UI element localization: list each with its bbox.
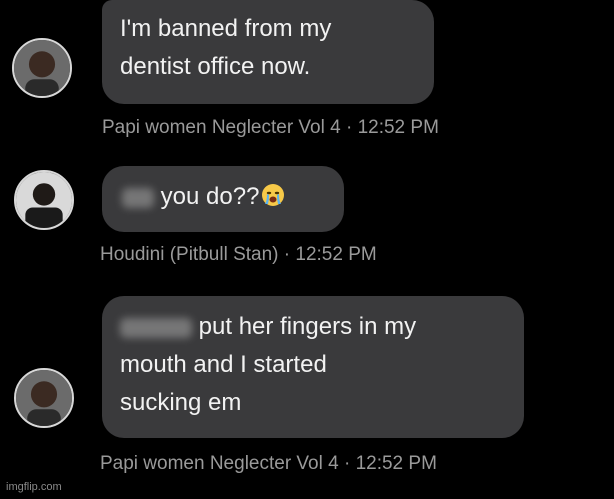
message-meta: Papi women Neglecter Vol 4 · 12:52 PM [100, 453, 437, 475]
sender-avatar[interactable] [14, 368, 74, 428]
person-avatar-icon [14, 40, 70, 96]
sender-name[interactable]: Houdini (Pitbull Stan) [100, 244, 278, 265]
timestamp: · 12:52 PM [283, 244, 377, 265]
timestamp: · 12:52 PM [345, 117, 439, 138]
sender-avatar[interactable] [14, 170, 74, 230]
message-line: I'm banned from my [120, 15, 332, 42]
person-avatar-icon [16, 172, 72, 228]
sender-name[interactable]: Papi women Neglecter Vol 4 [100, 453, 339, 474]
message-line: put her fingers in my [120, 308, 506, 346]
person-avatar-icon [16, 370, 72, 426]
sender-avatar[interactable] [12, 38, 72, 98]
message-text: you do?? [160, 183, 260, 210]
message-bubble[interactable]: put her fingers in my mouth and I starte… [102, 296, 524, 438]
message-text: put her fingers in my [198, 313, 417, 340]
message-meta: Houdini (Pitbull Stan) · 12:52 PM [100, 244, 377, 266]
message-meta: Papi women Neglecter Vol 4 · 12:52 PM [102, 117, 439, 139]
sender-name[interactable]: Papi women Neglecter Vol 4 [102, 117, 341, 138]
timestamp: · 12:52 PM [343, 453, 437, 474]
message-line: dentist office now. [120, 53, 311, 80]
redacted-name [120, 317, 192, 338]
redacted-name [122, 187, 154, 208]
watermark: imgflip.com [6, 481, 62, 493]
message-bubble[interactable]: I'm banned from my dentist office now. [102, 0, 434, 104]
message-line: sucking em [120, 389, 242, 416]
crying-face-icon [262, 184, 285, 206]
message-bubble[interactable]: you do?? [102, 166, 344, 232]
message-line: mouth and I started [120, 351, 327, 378]
